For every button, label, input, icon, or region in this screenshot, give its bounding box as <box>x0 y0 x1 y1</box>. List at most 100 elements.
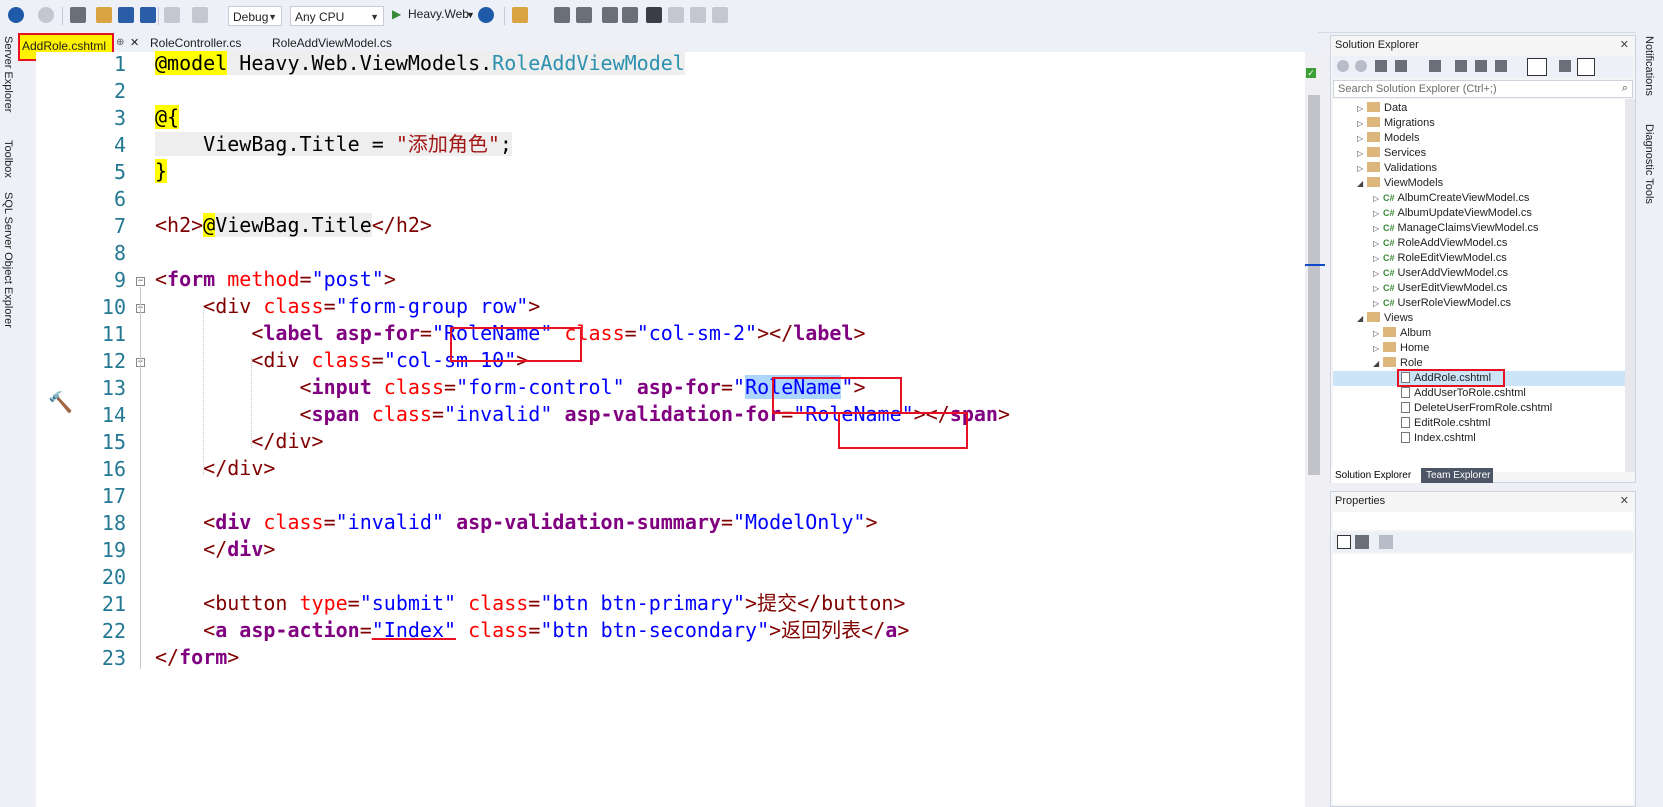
comment-icon[interactable] <box>602 7 618 23</box>
new-project-icon[interactable] <box>70 7 86 23</box>
token: } <box>155 159 168 183</box>
forward-icon[interactable] <box>38 7 54 23</box>
collapse-toggle[interactable]: − <box>136 277 145 286</box>
token: = <box>419 321 432 345</box>
show-all-files-icon[interactable] <box>1527 58 1547 76</box>
search-icon: ⌕ <box>1621 82 1628 94</box>
bookmark-icon[interactable] <box>646 7 662 23</box>
close-icon[interactable]: ✕ <box>1620 494 1629 507</box>
tree-item[interactable]: ▷ Validations <box>1357 162 1437 174</box>
platform-select[interactable]: Any CPU ▼ <box>290 6 384 26</box>
tree-item[interactable]: ▷ Migrations <box>1357 117 1435 129</box>
tree-item[interactable]: DeleteUserFromRole.cshtml <box>1401 402 1552 414</box>
back-icon[interactable] <box>8 7 24 23</box>
properties-grid[interactable] <box>1333 554 1633 804</box>
tree-item[interactable]: ▷ C# AlbumCreateViewModel.cs <box>1373 192 1529 204</box>
tree-item[interactable]: ▷ C# UserEditViewModel.cs <box>1373 282 1507 294</box>
server-explorer-tab[interactable]: Server Explorer <box>2 36 14 112</box>
refresh-icon[interactable] <box>1475 60 1487 72</box>
code-line-4: ViewBag.Title = "添加角色"; <box>155 132 512 156</box>
tree-item[interactable]: ▷ C# RoleEditViewModel.cs <box>1373 252 1507 264</box>
token: > <box>263 537 276 561</box>
start-button[interactable]: Heavy.Web <box>408 7 469 21</box>
tree-item[interactable]: ▷ C# UserAddViewModel.cs <box>1373 267 1508 279</box>
diagnostic-tools-tab[interactable]: Diagnostic Tools <box>1643 124 1655 204</box>
forward-icon[interactable] <box>1355 60 1367 72</box>
token: <h2> <box>155 213 204 237</box>
close-icon[interactable]: ✕ <box>1620 38 1629 51</box>
tab-team-explorer[interactable]: Team Explorer <box>1421 468 1493 483</box>
save-icon[interactable] <box>118 7 134 23</box>
config-select[interactable]: Debug ▼ <box>228 6 282 26</box>
alphabetical-icon[interactable] <box>1355 535 1369 549</box>
undo-icon[interactable] <box>164 7 180 23</box>
run-icon[interactable]: ▶ <box>392 7 401 21</box>
tree-item[interactable]: Index.cshtml <box>1401 432 1476 444</box>
sql-explorer-tab[interactable]: SQL Server Object Explorer <box>2 192 14 328</box>
token: > <box>997 402 1010 426</box>
refresh-icon[interactable] <box>478 7 494 23</box>
tree-item[interactable]: ▷ Home <box>1373 342 1429 354</box>
annotation-box <box>772 377 902 414</box>
tree-item[interactable]: ▷ C# UserRoleViewModel.cs <box>1373 297 1511 309</box>
tree-label: Models <box>1384 132 1420 144</box>
properties-object-select[interactable] <box>1333 512 1633 530</box>
tree-item[interactable]: ▷ C# RoleAddViewModel.cs <box>1373 237 1507 249</box>
expand-icon: ▷ <box>1373 284 1380 293</box>
uncomment-icon[interactable] <box>622 7 638 23</box>
folder-icon <box>1367 102 1380 112</box>
toggle-icon[interactable] <box>554 7 570 23</box>
tree-item[interactable]: ▷ C# ManageClaimsViewModel.cs <box>1373 222 1539 234</box>
tree-item[interactable]: ◢ Views <box>1357 312 1413 324</box>
line-number: 18 <box>101 511 126 535</box>
tree-item[interactable]: ◢ ViewModels <box>1357 177 1443 189</box>
tree-item[interactable]: ▷ Models <box>1357 132 1419 144</box>
properties-icon[interactable] <box>1559 60 1571 72</box>
categorized-icon[interactable] <box>1337 535 1351 549</box>
scrollbar-thumb[interactable] <box>1308 95 1320 475</box>
line-number: 13 <box>101 376 126 400</box>
open-folder-icon[interactable] <box>96 7 112 23</box>
find-icon[interactable] <box>512 7 528 23</box>
tree-item[interactable]: ◢ Role <box>1373 357 1423 369</box>
solution-tree[interactable]: ▷ Data ▷ Migrations ▷ Models ▷ Services ▷ Val… <box>1333 99 1625 472</box>
solution-search[interactable]: Search Solution Explorer (Ctrl+;) ⌕ <box>1333 80 1633 98</box>
token: type <box>299 591 348 615</box>
next-bookmark-icon[interactable] <box>690 7 706 23</box>
tree-item[interactable]: ▷ Data <box>1357 102 1407 114</box>
prev-bookmark-icon[interactable] <box>668 7 684 23</box>
tab-solution-explorer[interactable]: Solution Explorer <box>1331 468 1421 483</box>
tree-label: Validations <box>1384 162 1437 174</box>
toolbox-tab[interactable]: Toolbox <box>2 140 14 178</box>
switch-views-icon[interactable] <box>1395 60 1407 72</box>
tree-scrollbar[interactable] <box>1625 99 1635 472</box>
home-icon[interactable] <box>1375 60 1387 72</box>
csharp-file-icon: C# <box>1383 283 1395 293</box>
back-icon[interactable] <box>1337 60 1349 72</box>
tree-item[interactable]: ▷ Services <box>1357 147 1426 159</box>
tree-item[interactable]: ▷ C# AlbumUpdateViewModel.cs <box>1373 207 1532 219</box>
document-tabs: AddRole.cshtml ⊕ ✕ RoleController.cs Rol… <box>16 32 1318 61</box>
tree-item[interactable]: EditRole.cshtml <box>1401 417 1490 429</box>
line-number: 15 <box>101 430 126 454</box>
tree-item[interactable]: ▷ Album <box>1373 327 1431 339</box>
pending-changes-icon[interactable] <box>1429 60 1441 72</box>
redo-icon[interactable] <box>192 7 208 23</box>
property-pages-icon[interactable] <box>1379 535 1393 549</box>
token: </h2> <box>371 213 432 237</box>
format-icon[interactable] <box>576 7 592 23</box>
notifications-tab[interactable]: Notifications <box>1643 36 1655 96</box>
chevron-down-icon[interactable]: ▼ <box>466 10 475 20</box>
expand-icon: ▷ <box>1357 104 1364 113</box>
token: class <box>456 618 529 642</box>
token: "invalid" <box>444 402 553 426</box>
collapse-all-icon[interactable] <box>1495 60 1507 72</box>
expand-icon: ▷ <box>1373 344 1380 353</box>
tree-item[interactable]: AddUserToRole.cshtml <box>1401 387 1526 399</box>
sync-icon[interactable] <box>1455 60 1467 72</box>
pin-icon[interactable]: ⊕ <box>116 34 124 54</box>
save-all-icon[interactable] <box>140 7 156 23</box>
preview-icon[interactable] <box>1577 58 1595 76</box>
clear-bookmarks-icon[interactable] <box>712 7 728 23</box>
